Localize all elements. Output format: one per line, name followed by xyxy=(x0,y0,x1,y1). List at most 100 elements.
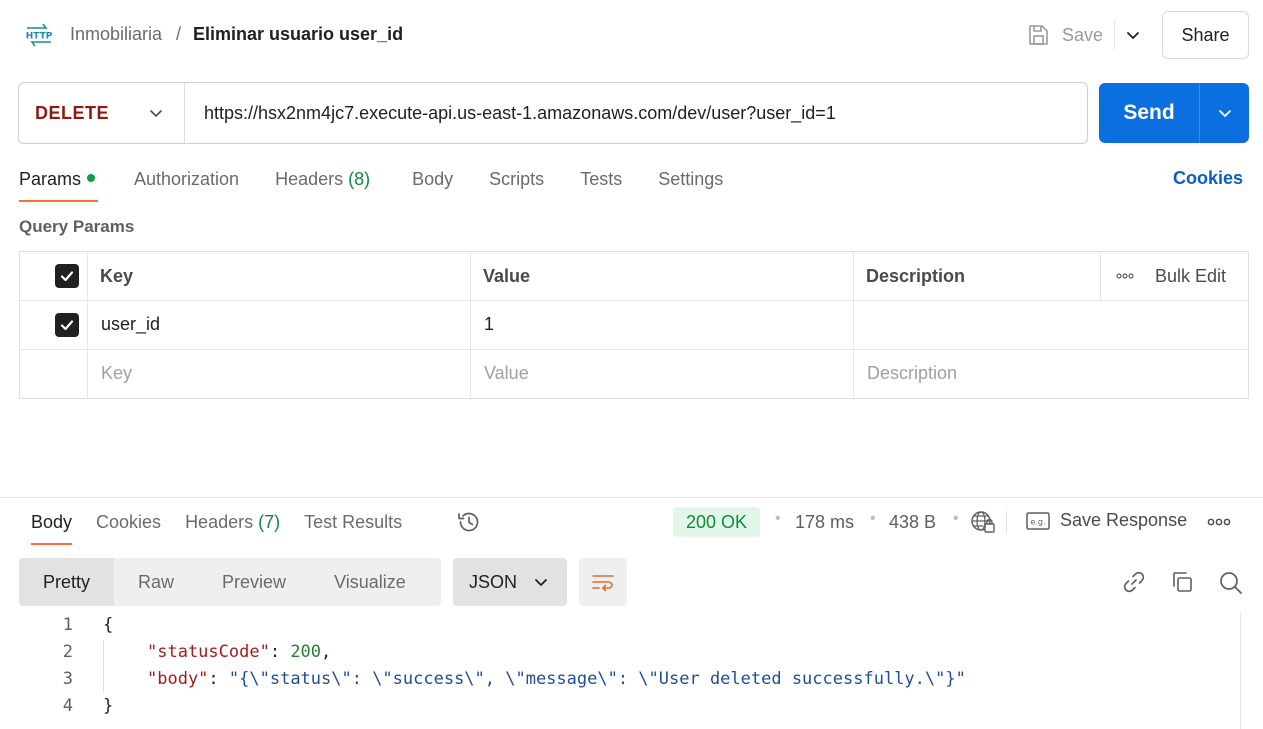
headers-count: (8) xyxy=(348,169,371,189)
resp-tab-body[interactable]: Body xyxy=(31,509,73,545)
view-pretty-button[interactable]: Pretty xyxy=(19,558,115,606)
history-icon[interactable] xyxy=(456,509,482,535)
line-number: 3 xyxy=(62,669,73,689)
param-key-input[interactable]: user_id xyxy=(101,300,160,349)
save-button[interactable]: Save xyxy=(1026,20,1103,50)
tab-authorization-label: Authorization xyxy=(134,169,240,189)
col-header-value: Value xyxy=(483,265,531,286)
tab-scripts-label: Scripts xyxy=(489,169,545,189)
resp-headers-count: (7) xyxy=(258,512,281,532)
col-header-key: Key xyxy=(100,265,134,286)
line-number: 2 xyxy=(62,642,73,662)
response-size[interactable]: 438 B xyxy=(889,512,936,533)
editor-scrollbar[interactable] xyxy=(1240,612,1241,729)
save-response-button[interactable]: e.g. Save Response xyxy=(1026,510,1187,531)
resp-tab-test-results-label: Test Results xyxy=(304,512,403,532)
active-indicator-dot xyxy=(87,174,96,183)
response-divider[interactable] xyxy=(0,497,1263,498)
check-icon xyxy=(60,320,74,331)
json-key: "body" xyxy=(147,669,209,689)
more-options-icon[interactable] xyxy=(1207,514,1231,530)
tab-headers[interactable]: Headers (8) xyxy=(275,166,370,202)
indent-guide xyxy=(103,640,104,692)
new-param-key-input[interactable]: Key xyxy=(101,349,132,398)
code-line-1: { xyxy=(103,612,113,639)
format-label: JSON xyxy=(469,571,518,592)
breadcrumb-separator: / xyxy=(176,24,182,44)
tab-params[interactable]: Params xyxy=(19,166,98,202)
json-string: "{\"status\": \"success\", \"message\": … xyxy=(228,669,966,689)
send-options-button[interactable] xyxy=(1200,83,1249,143)
param-description-input[interactable] xyxy=(867,300,1237,349)
more-options-icon[interactable] xyxy=(1116,252,1134,300)
request-url-bar: DELETE https://hsx2nm4jc7.execute-api.us… xyxy=(18,82,1088,144)
wrap-lines-button[interactable] xyxy=(579,558,627,606)
url-input[interactable]: https://hsx2nm4jc7.execute-api.us-east-1… xyxy=(204,83,836,143)
copy-icon[interactable] xyxy=(1170,570,1194,594)
json-key: "statusCode" xyxy=(147,642,270,662)
chevron-down-icon xyxy=(1126,32,1139,40)
json-number: 200 xyxy=(290,642,322,662)
resp-tab-test-results[interactable]: Test Results xyxy=(304,509,402,545)
view-visualize-button[interactable]: Visualize xyxy=(310,558,430,606)
response-time[interactable]: 178 ms xyxy=(795,512,854,533)
chevron-down-icon xyxy=(535,579,547,587)
breadcrumb-parent[interactable]: Inmobiliaria xyxy=(70,24,162,45)
resp-tab-cookies-label: Cookies xyxy=(96,512,162,532)
chevron-down-icon xyxy=(1218,110,1231,118)
view-preview-button[interactable]: Preview xyxy=(198,558,310,606)
tab-authorization[interactable]: Authorization xyxy=(134,166,239,202)
resp-tab-cookies[interactable]: Cookies xyxy=(96,509,161,545)
col-header-description: Description xyxy=(866,265,966,286)
bulk-edit-button[interactable]: Bulk Edit xyxy=(1155,252,1226,300)
select-all-checkbox[interactable] xyxy=(55,264,79,288)
query-params-title: Query Params xyxy=(19,217,135,236)
tab-body[interactable]: Body xyxy=(412,166,453,202)
json-colon: : xyxy=(269,642,291,662)
share-button[interactable]: Share xyxy=(1162,11,1249,59)
link-icon[interactable] xyxy=(1122,570,1146,594)
save-options-button[interactable] xyxy=(1114,20,1150,50)
tab-scripts[interactable]: Scripts xyxy=(489,166,544,202)
tab-tests-label: Tests xyxy=(580,169,623,189)
cookies-link[interactable]: Cookies xyxy=(1173,168,1243,189)
resp-tab-headers[interactable]: Headers (7) xyxy=(185,509,280,545)
tab-settings[interactable]: Settings xyxy=(658,166,723,202)
tab-body-label: Body xyxy=(412,169,454,189)
meta-separator: • xyxy=(953,510,959,527)
request-title[interactable]: Eliminar usuario user_id xyxy=(193,24,403,45)
resp-tab-headers-label: Headers xyxy=(185,512,254,532)
tab-params-label: Params xyxy=(19,169,82,189)
close-brace: } xyxy=(103,696,114,716)
svg-text:HTTP: HTTP xyxy=(26,32,53,42)
meta-separator: • xyxy=(775,510,781,527)
new-param-value-input[interactable]: Value xyxy=(484,349,529,398)
new-param-description-input[interactable]: Description xyxy=(867,349,957,398)
wrap-lines-icon xyxy=(592,575,614,592)
network-globe-icon[interactable] xyxy=(970,510,996,534)
http-icon: HTTP xyxy=(26,23,53,47)
view-raw-button[interactable]: Raw xyxy=(114,558,198,606)
param-value-input[interactable]: 1 xyxy=(484,300,494,349)
save-label: Save xyxy=(1062,24,1104,45)
checkbox-checked xyxy=(55,313,79,337)
tab-tests[interactable]: Tests xyxy=(580,166,622,202)
tab-headers-label: Headers xyxy=(275,169,344,189)
code-line-3: "body": "{\"status\": \"success\", \"mes… xyxy=(147,666,966,693)
method-select[interactable]: DELETE xyxy=(19,83,185,143)
search-icon[interactable] xyxy=(1218,570,1244,596)
format-select[interactable]: JSON xyxy=(453,558,567,606)
status-badge[interactable]: 200 OK xyxy=(673,507,761,537)
request-tabs: Params Authorization Headers (8) Body Sc… xyxy=(19,166,723,202)
send-button[interactable]: Send xyxy=(1099,83,1200,143)
chevron-down-icon xyxy=(150,110,162,118)
save-response-label: Save Response xyxy=(1060,510,1188,530)
request-header: HTTP Inmobiliaria / Eliminar usuario use… xyxy=(0,0,1263,70)
line-number: 4 xyxy=(62,696,73,716)
meta-divider xyxy=(1006,511,1007,533)
share-label: Share xyxy=(1181,24,1230,45)
send-button-group: Send xyxy=(1099,83,1249,143)
example-icon: e.g. xyxy=(1026,511,1050,530)
query-params-table: Key Value Description Bulk Edit user_id … xyxy=(19,251,1249,399)
param-row-checkbox[interactable] xyxy=(55,313,79,337)
